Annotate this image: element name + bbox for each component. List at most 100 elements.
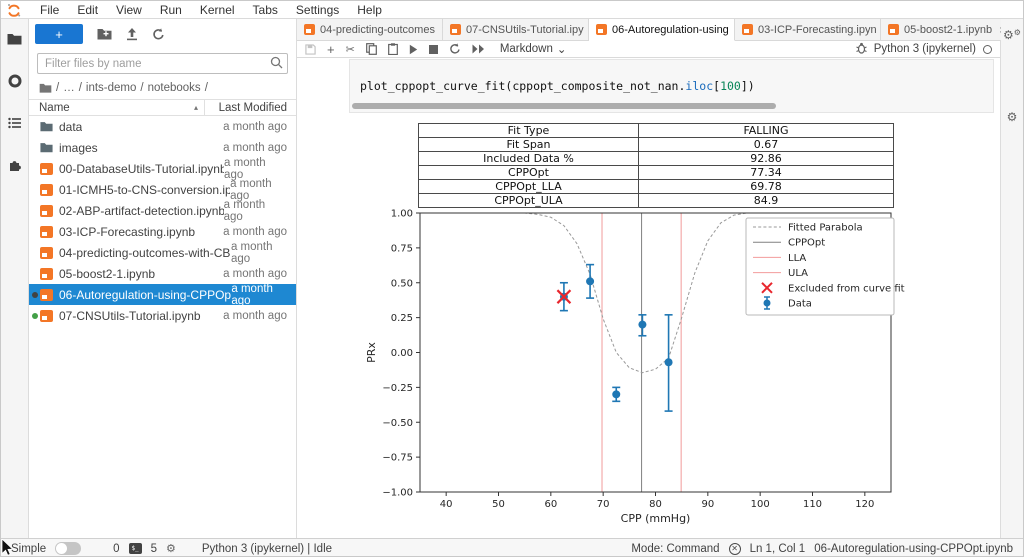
legend-entry-label: ULA (788, 268, 808, 279)
menu-settings[interactable]: Settings (287, 3, 348, 17)
jupyterlab-window: FileEditViewRunKernelTabsSettingsHelp (0, 0, 1024, 557)
tab-label: 03-ICP-Forecasting.ipyn (758, 24, 877, 36)
data-point (665, 358, 673, 366)
debugger-bug-icon[interactable] (856, 42, 867, 57)
fit-table-row: CPPOpt_ULA84.9 (419, 194, 894, 208)
tab-07-CNSUtils-Tutorial.ipy[interactable]: 07-CNSUtils-Tutorial.ipy× (443, 19, 589, 40)
tab-04-predicting-outcomes[interactable]: 04-predicting-outcomes× (297, 19, 443, 40)
menu-edit[interactable]: Edit (68, 3, 107, 17)
refresh-icon[interactable] (152, 28, 165, 41)
breadcrumb-item[interactable]: ints-demo (86, 82, 137, 94)
file-row[interactable]: imagesa month ago (29, 137, 296, 158)
file-modified: a month ago (223, 226, 296, 238)
status-bar: Simple 0 $_ 5 ⚙ Python 3 (ipykernel) | I… (1, 538, 1023, 557)
new-launcher-button[interactable]: + (35, 24, 83, 44)
accessibility-icon[interactable]: ✕ (729, 543, 741, 555)
x-tick-label: 80 (649, 499, 662, 510)
fit-table-cell: 84.9 (639, 194, 894, 208)
tab-03-ICP-Forecasting.ipyn[interactable]: 03-ICP-Forecasting.ipyn× (735, 19, 881, 40)
prx-chart: 1.000.750.500.250.00−0.25−0.50−0.75−1.00… (361, 207, 1000, 531)
file-row[interactable]: 04-predicting-outcomes-with-CBR.i...a mo… (29, 242, 296, 263)
new-folder-icon[interactable] (97, 28, 112, 40)
kernel-name[interactable]: Python 3 (ipykernel) (874, 43, 976, 55)
jupyter-logo-icon (7, 3, 21, 17)
file-modified: a month ago (231, 241, 296, 265)
terminals-count[interactable]: 0 (113, 543, 119, 555)
extensions-icon[interactable] (7, 157, 23, 173)
cut-icon[interactable]: ✂ (346, 43, 355, 56)
notebook-icon (40, 205, 53, 217)
tab-06-Autoregulation-using[interactable]: 06-Autoregulation-using (589, 19, 735, 41)
file-row[interactable]: 02-ABP-artifact-detection.ipynba month a… (29, 200, 296, 221)
tab-05-boost2-1.ipynb[interactable]: 05-boost2-1.ipynb× (881, 19, 1014, 40)
insert-cell-icon[interactable]: + (327, 42, 335, 57)
table-of-contents-icon[interactable] (7, 115, 23, 131)
run-icon[interactable] (409, 44, 418, 55)
breadcrumb-item[interactable]: notebooks (148, 82, 201, 94)
file-name: 01-ICMH5-to-CNS-conversion.ipynb (59, 183, 230, 197)
file-row[interactable]: 06-Autoregulation-using-CPPOpt.ip...a mo… (29, 284, 296, 305)
cell-horizontal-scrollbar[interactable] (352, 103, 776, 109)
file-row[interactable]: 01-ICMH5-to-CNS-conversion.ipynba month … (29, 179, 296, 200)
restart-run-all-icon[interactable] (472, 44, 485, 54)
cell-type-dropdown[interactable]: Markdown⌄ (500, 42, 567, 56)
x-tick-label: 100 (751, 499, 770, 510)
file-list: dataa month agoimagesa month ago00-Datab… (29, 116, 296, 326)
file-modified: a month ago (223, 121, 296, 133)
simple-mode-toggle[interactable] (55, 542, 81, 555)
x-tick-label: 110 (803, 499, 822, 510)
menu-view[interactable]: View (107, 3, 151, 17)
file-dot-placeholder (32, 271, 38, 277)
file-name: 00-DatabaseUtils-Tutorial.ipynb (59, 162, 224, 176)
legend-entry-label: Data (788, 299, 812, 310)
running-sessions-icon[interactable] (7, 73, 23, 89)
save-icon[interactable] (305, 44, 316, 55)
notebook-icon (40, 247, 53, 259)
settings-gear-icon[interactable]: ⚙ (1007, 111, 1018, 123)
menu-tabs[interactable]: Tabs (244, 3, 287, 17)
file-row[interactable]: 03-ICP-Forecasting.ipynba month ago (29, 221, 296, 242)
notebook-icon (40, 184, 53, 196)
file-row[interactable]: 07-CNSUtils-Tutorial.ipynba month ago (29, 305, 296, 326)
x-tick-label: 120 (855, 499, 874, 510)
restart-kernel-icon[interactable] (449, 43, 461, 55)
column-last-modified[interactable]: Last Modified (205, 102, 296, 114)
menu-file[interactable]: File (31, 3, 68, 17)
fit-table-row: Fit Span0.67 (419, 138, 894, 152)
file-list-header: Name▴ Last Modified (29, 99, 296, 116)
legend-entry-label: CPPOpt (788, 238, 825, 249)
code-cell[interactable]: plot_cppopt_curve_fit(cppopt_composite_n… (349, 59, 994, 113)
home-folder-icon[interactable] (39, 83, 52, 93)
x-tick-label: 50 (492, 499, 505, 510)
paste-icon[interactable] (388, 43, 398, 55)
fit-table-cell: CPPOpt (419, 166, 639, 180)
file-name: 02-ABP-artifact-detection.ipynb (59, 204, 224, 218)
file-row[interactable]: dataa month ago (29, 116, 296, 137)
stop-icon[interactable] (429, 45, 438, 54)
file-dot-placeholder (32, 187, 38, 193)
column-name[interactable]: Name▴ (29, 100, 205, 115)
file-browser-icon[interactable] (7, 31, 23, 47)
chevron-down-icon: ⌄ (557, 42, 567, 56)
menu-help[interactable]: Help (348, 3, 391, 17)
file-row[interactable]: 00-DatabaseUtils-Tutorial.ipynba month a… (29, 158, 296, 179)
property-inspector-icon[interactable]: ⚙⚙ (1003, 27, 1021, 41)
kernel-status-text[interactable]: Python 3 (ipykernel) | Idle (202, 543, 332, 555)
tab-label: 06-Autoregulation-using (612, 24, 729, 36)
statusbar-filename: 06-Autoregulation-using-CPPOpt.ipynb (814, 543, 1013, 555)
mode-indicator[interactable]: Mode: Command (631, 543, 719, 555)
menu-kernel[interactable]: Kernel (191, 3, 244, 17)
file-name: images (59, 141, 98, 155)
kernel-status-icon[interactable] (983, 45, 992, 54)
kernels-count[interactable]: 5 (151, 543, 157, 555)
file-row[interactable]: 05-boost2-1.ipynba month ago (29, 263, 296, 284)
legend-glyph-errorbar (764, 300, 771, 307)
notebook-icon (40, 268, 53, 280)
menu-run[interactable]: Run (151, 3, 191, 17)
copy-icon[interactable] (366, 43, 377, 55)
file-filter-input[interactable] (37, 53, 288, 74)
file-modified: a month ago (231, 283, 296, 307)
cursor-position[interactable]: Ln 1, Col 1 (750, 543, 806, 555)
upload-icon[interactable] (126, 28, 138, 41)
breadcrumb-item[interactable]: … (63, 82, 75, 94)
